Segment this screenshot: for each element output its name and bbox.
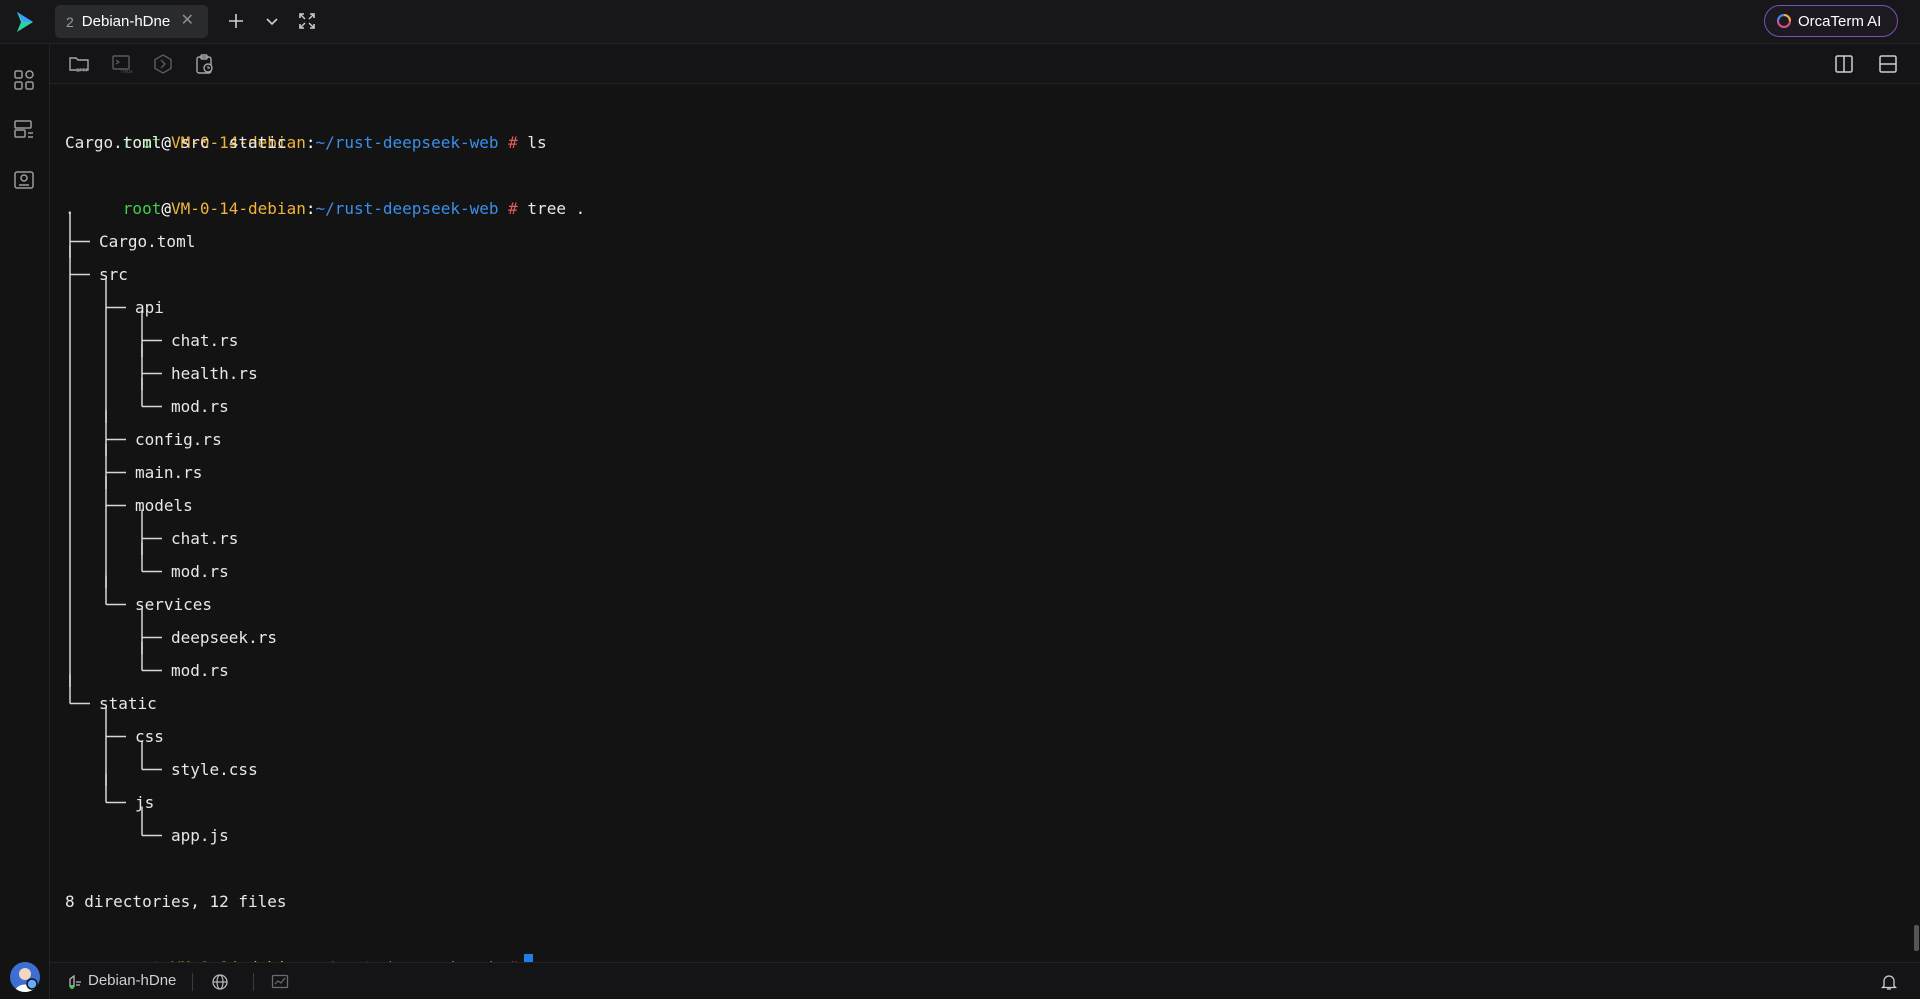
tree-connectors (69, 212, 162, 837)
status-divider (253, 973, 254, 991)
server-status-icon (69, 974, 81, 989)
tree-entry: mod.rs (171, 562, 229, 581)
orcaterm-ai-button[interactable]: OrcaTerm AI (1764, 5, 1898, 37)
server-list-icon[interactable] (12, 118, 36, 142)
status-bar: Debian-hDne (50, 962, 1920, 999)
status-divider (192, 973, 193, 991)
svg-text:SFTP: SFTP (76, 68, 89, 74)
host-status[interactable]: Debian-hDne (67, 972, 176, 989)
tree-entry: config.rs (135, 430, 222, 449)
vault-icon[interactable] (12, 168, 36, 192)
svg-text:Tmux: Tmux (120, 69, 133, 75)
sftp-icon[interactable]: SFTP (68, 53, 90, 75)
app-logo-icon (17, 12, 33, 32)
chevron-down-icon[interactable] (262, 11, 282, 31)
tree-entry: health.rs (171, 364, 258, 383)
terminal-scrollbar[interactable] (1914, 925, 1919, 951)
tree-entry: js (135, 793, 155, 812)
snippet-icon[interactable] (152, 53, 174, 75)
tree-entry: mod.rs (171, 661, 229, 680)
tree-entry: Cargo.toml (99, 232, 196, 251)
tree-entry: deepseek.rs (171, 628, 277, 647)
status-host-label: Debian-hDne (88, 972, 177, 989)
clipboard-icon[interactable] (194, 53, 216, 75)
apps-grid-icon[interactable] (12, 68, 36, 92)
command-text: tree . (527, 199, 586, 218)
avatar-icon (15, 968, 38, 992)
command-text: ls (527, 133, 547, 152)
prompt-hash: # (508, 133, 518, 152)
tree-entry: services (135, 595, 213, 614)
tree-entry: app.js (171, 826, 229, 845)
orcaterm-window: 2 Debian-hDne ✕ OrcaTerm AI SFTP Tmux ro… (0, 0, 1920, 999)
split-horizontal-icon[interactable] (1877, 53, 1899, 75)
monitor-chart-icon[interactable] (271, 973, 289, 991)
fullscreen-icon[interactable] (297, 11, 317, 31)
tab-title: Debian-hDne (81, 13, 171, 30)
tree-entry: css (135, 727, 164, 746)
tree-entry: style.css (171, 760, 258, 779)
terminal-toolbar: SFTP Tmux (50, 44, 1920, 84)
tree-entry: chat.rs (171, 331, 239, 350)
split-vertical-icon[interactable] (1833, 53, 1855, 75)
ai-button-label: OrcaTerm AI (1798, 12, 1882, 30)
tree-entry: static (99, 694, 157, 713)
bell-icon[interactable] (1880, 973, 1898, 991)
plus-icon[interactable] (226, 11, 246, 31)
top-bar: 2 Debian-hDne ✕ OrcaTerm AI (0, 0, 1920, 44)
prompt-hash: # (508, 199, 518, 218)
tree-entry: main.rs (135, 463, 203, 482)
close-tab-icon[interactable]: ✕ (181, 13, 194, 29)
tree-entry: src (99, 265, 128, 284)
user-avatar[interactable] (10, 962, 40, 992)
terminal-output[interactable]: root@VM-0-14-debian:~/rust-deepseek-web … (65, 93, 1895, 984)
prompt-line: root@VM-0-14-debian:~/rust-deepseek-web … (65, 918, 533, 984)
left-rail (0, 44, 50, 999)
tree-entry: api (135, 298, 164, 317)
session-tab[interactable]: 2 Debian-hDne ✕ (55, 5, 208, 38)
tab-number: 2 (66, 13, 74, 30)
ai-sparkle-icon (1777, 14, 1791, 28)
tree-entry: chat.rs (171, 529, 239, 548)
globe-icon[interactable] (211, 973, 229, 991)
tmux-icon[interactable]: Tmux (111, 53, 133, 75)
tree-summary: 8 directories, 12 files (65, 892, 287, 911)
tree-entry: models (135, 496, 193, 515)
tree-entry: mod.rs (171, 397, 229, 416)
